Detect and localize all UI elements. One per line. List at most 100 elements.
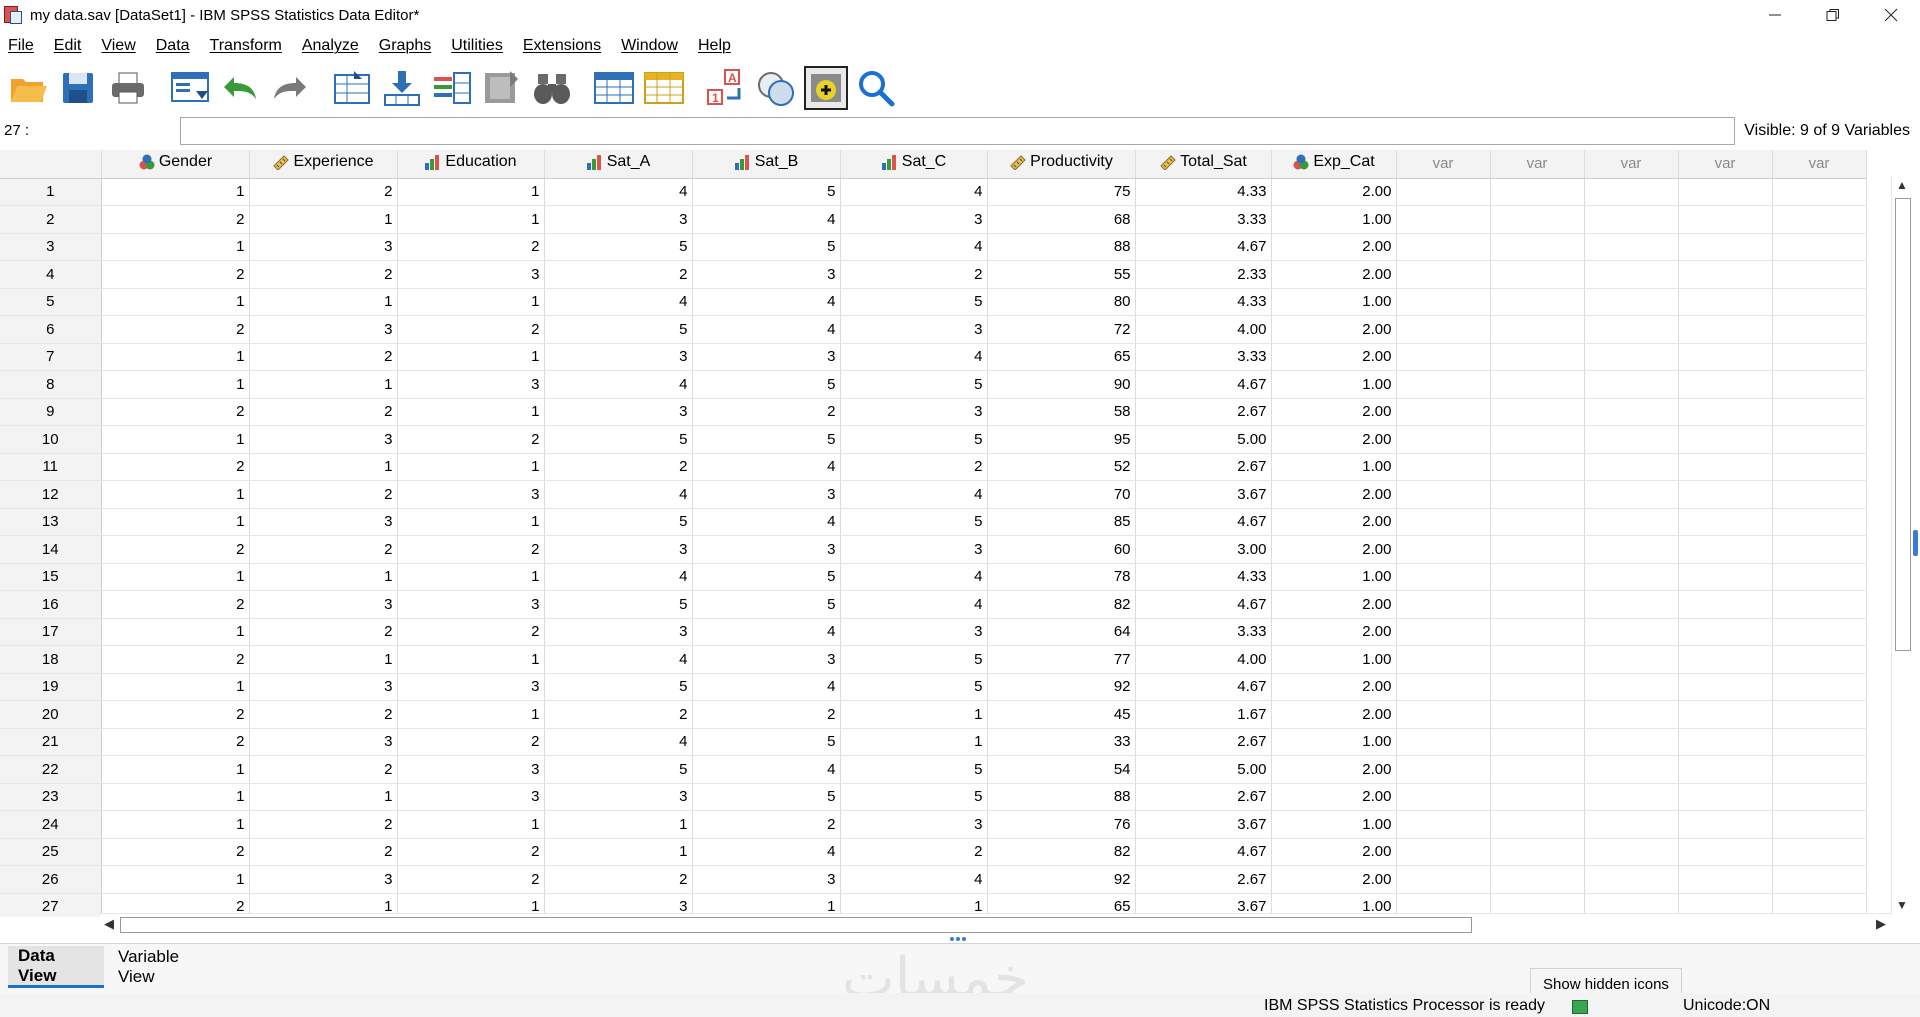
row-number[interactable]: 22 (0, 755, 102, 784)
empty-cell[interactable] (1490, 590, 1585, 619)
data-cell[interactable]: 1 (101, 288, 250, 316)
empty-cell[interactable] (1584, 288, 1679, 316)
data-cell[interactable]: 3.33 (1135, 205, 1272, 234)
data-cell[interactable]: 4.67 (1135, 233, 1272, 261)
data-cell[interactable]: 3 (249, 315, 398, 344)
horizontal-scrollbar[interactable]: ◀ ▶ (100, 913, 1892, 935)
column-header-sat_c[interactable]: Sat_C (840, 150, 988, 179)
show-all-variables-button[interactable] (804, 66, 848, 110)
empty-cell[interactable] (1490, 480, 1585, 509)
row-number[interactable]: 20 (0, 700, 102, 729)
empty-cell[interactable] (1772, 728, 1867, 756)
pane-splitter-icon[interactable] (950, 937, 968, 942)
data-cell[interactable]: 92 (987, 865, 1136, 894)
data-cell[interactable]: 82 (987, 838, 1136, 866)
find-button[interactable] (530, 66, 574, 110)
data-cell[interactable]: 1 (544, 810, 693, 839)
column-header-exp_cat[interactable]: Exp_Cat (1271, 150, 1397, 179)
row-number[interactable]: 23 (0, 783, 102, 811)
data-cell[interactable]: 2 (249, 810, 398, 839)
data-cell[interactable]: 1.00 (1271, 728, 1397, 756)
empty-cell[interactable] (1584, 700, 1679, 729)
data-cell[interactable]: 3 (544, 398, 693, 426)
empty-cell[interactable] (1584, 618, 1679, 646)
data-cell[interactable]: 4 (840, 480, 988, 509)
data-cell[interactable]: 3 (840, 810, 988, 839)
empty-cell[interactable] (1678, 673, 1773, 701)
empty-cell[interactable] (1772, 618, 1867, 646)
data-cell[interactable]: 5 (544, 755, 693, 784)
data-cell[interactable]: 4 (840, 178, 988, 206)
data-cell[interactable]: 4 (544, 178, 693, 206)
empty-cell[interactable] (1678, 838, 1773, 866)
data-cell[interactable]: 4.33 (1135, 178, 1272, 206)
empty-cell[interactable] (1678, 453, 1773, 481)
data-cell[interactable]: 3 (249, 728, 398, 756)
menu-help[interactable]: Help (690, 33, 743, 59)
data-cell[interactable]: 2.67 (1135, 728, 1272, 756)
column-header-sat_b[interactable]: Sat_B (692, 150, 841, 179)
data-cell[interactable]: 5 (692, 178, 841, 206)
menu-window[interactable]: Window (613, 33, 690, 59)
empty-cell[interactable] (1396, 343, 1491, 371)
empty-cell[interactable] (1678, 178, 1773, 206)
data-cell[interactable]: 3.67 (1135, 480, 1272, 509)
data-cell[interactable]: 2 (397, 425, 545, 454)
menu-utilities[interactable]: Utilities (443, 33, 515, 59)
empty-cell[interactable] (1396, 425, 1491, 454)
empty-cell[interactable] (1772, 535, 1867, 564)
empty-cell[interactable] (1584, 865, 1679, 894)
data-cell[interactable]: 1 (249, 645, 398, 674)
row-number[interactable]: 3 (0, 233, 102, 261)
empty-cell[interactable] (1772, 865, 1867, 894)
data-cell[interactable]: 2 (101, 453, 250, 481)
data-cell[interactable]: 4.33 (1135, 288, 1272, 316)
row-number[interactable]: 12 (0, 480, 102, 509)
data-cell[interactable]: 1 (397, 563, 545, 591)
goto-case-button[interactable] (330, 66, 374, 110)
data-cell[interactable]: 68 (987, 205, 1136, 234)
data-cell[interactable]: 4 (692, 288, 841, 316)
data-cell[interactable]: 5.00 (1135, 755, 1272, 784)
data-cell[interactable]: 88 (987, 233, 1136, 261)
data-cell[interactable]: 5 (544, 425, 693, 454)
data-cell[interactable]: 2.00 (1271, 838, 1397, 866)
empty-cell[interactable] (1772, 838, 1867, 866)
data-cell[interactable]: 2 (397, 838, 545, 866)
horizontal-scroll-thumb[interactable] (120, 917, 1472, 933)
data-cell[interactable]: 2 (397, 315, 545, 344)
empty-cell[interactable] (1678, 205, 1773, 234)
data-cell[interactable]: 1 (397, 205, 545, 234)
data-cell[interactable]: 4 (692, 618, 841, 646)
data-cell[interactable]: 4 (692, 205, 841, 234)
data-cell[interactable]: 3 (249, 673, 398, 701)
data-cell[interactable]: 4 (692, 673, 841, 701)
data-cell[interactable]: 2 (249, 343, 398, 371)
data-cell[interactable]: 4 (840, 590, 988, 619)
data-cell[interactable]: 1.00 (1271, 370, 1397, 399)
data-cell[interactable]: 1 (397, 288, 545, 316)
empty-cell[interactable] (1678, 810, 1773, 839)
empty-variable-header[interactable]: var (1396, 150, 1491, 179)
data-cell[interactable]: 3 (397, 370, 545, 399)
empty-cell[interactable] (1396, 178, 1491, 206)
data-cell[interactable]: 2 (101, 535, 250, 564)
data-cell[interactable]: 2 (101, 205, 250, 234)
empty-cell[interactable] (1584, 508, 1679, 536)
data-cell[interactable]: 2 (101, 315, 250, 344)
data-cell[interactable]: 3 (840, 315, 988, 344)
data-cell[interactable]: 4 (544, 288, 693, 316)
empty-cell[interactable] (1584, 755, 1679, 784)
data-cell[interactable]: 2.00 (1271, 590, 1397, 619)
split-handle-icon[interactable] (1913, 530, 1918, 556)
undo-button[interactable] (218, 66, 262, 110)
data-cell[interactable]: 77 (987, 645, 1136, 674)
data-cell[interactable]: 1 (101, 425, 250, 454)
tab-variable-view[interactable]: Variable View (108, 946, 222, 988)
data-cell[interactable]: 1 (397, 645, 545, 674)
data-cell[interactable]: 4 (840, 865, 988, 894)
data-cell[interactable]: 60 (987, 535, 1136, 564)
data-cell[interactable]: 3.33 (1135, 618, 1272, 646)
data-cell[interactable]: 1.67 (1135, 700, 1272, 729)
data-cell[interactable]: 5 (692, 370, 841, 399)
